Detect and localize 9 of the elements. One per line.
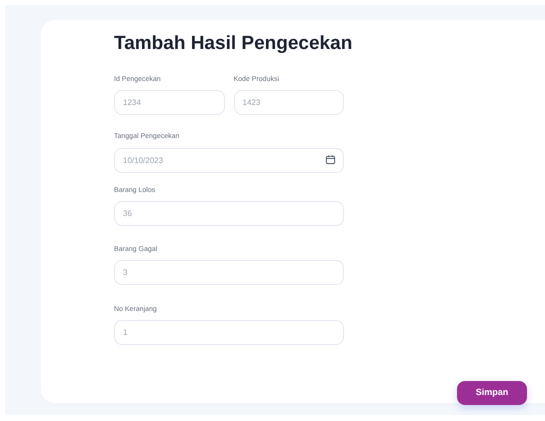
calendar-icon[interactable] bbox=[325, 154, 336, 165]
input-field[interactable]: 1 bbox=[114, 320, 344, 345]
input-field[interactable]: 1234 bbox=[114, 90, 224, 115]
input-field[interactable]: 1423 bbox=[234, 90, 344, 115]
page-title: Tambah Hasil Pengecekan bbox=[114, 32, 354, 56]
input-field[interactable]: 36 bbox=[114, 201, 344, 226]
input-field[interactable]: 3 bbox=[114, 260, 344, 285]
input-field[interactable]: 10/10/2023 bbox=[114, 148, 344, 173]
save-button[interactable]: Simpan bbox=[457, 381, 527, 405]
